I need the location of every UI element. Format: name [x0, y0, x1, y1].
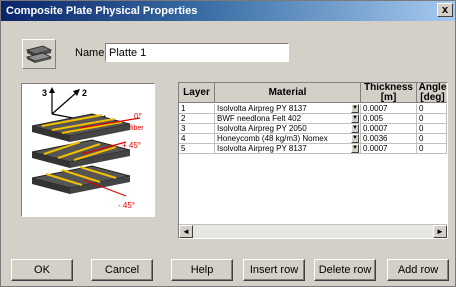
insert-row-button[interactable]: Insert row: [243, 259, 305, 281]
name-label: Name: [75, 47, 105, 59]
layer-table: Layer Material Thickness [m] Angle [deg]…: [178, 82, 448, 239]
cell-layer: 4: [179, 134, 215, 144]
cell-angle[interactable]: 0: [417, 104, 447, 114]
cell-layer: 2: [179, 114, 215, 124]
cell-angle[interactable]: 0: [417, 124, 447, 134]
cell-material[interactable]: Isolvolta Airpreg PY 2050: [215, 124, 361, 134]
cell-layer: 5: [179, 144, 215, 154]
table-row[interactable]: 4 Honeycomb (48 kg/m3) Nomex 0.0036 0 ▼: [179, 134, 447, 144]
plate-icon: [22, 39, 56, 69]
cell-angle[interactable]: 0: [417, 114, 447, 124]
cell-material[interactable]: BWF needlona Felt 402: [215, 114, 361, 124]
cell-material[interactable]: Isolvolta Airpreg PY 8137: [215, 104, 361, 114]
table-row[interactable]: 3 Isolvolta Airpreg PY 2050 0.0007 0 ▼: [179, 124, 447, 134]
column-header-layer: Layer: [179, 83, 215, 103]
material-dropdown-button[interactable]: ▼: [351, 114, 359, 123]
cell-layer: 3: [179, 124, 215, 134]
column-header-thickness: Thickness [m]: [361, 83, 417, 103]
close-button[interactable]: x: [437, 3, 453, 17]
angle-label-minus45: - 45°: [118, 201, 135, 210]
cancel-button[interactable]: Cancel: [91, 259, 153, 281]
dialog-window: Composite Plate Physical Properties x Na…: [0, 0, 456, 287]
scroll-left-button[interactable]: ◄: [179, 225, 193, 238]
angle-header-line2: [deg]: [420, 92, 445, 103]
layup-diagram-svg: 3 2 1 0° fiber + 45°: [31, 87, 144, 210]
table-row[interactable]: 1 Isolvolta Airpreg PY 8137 0.0007 0 ▼: [179, 104, 447, 114]
material-dropdown-button[interactable]: ▼: [351, 104, 359, 113]
name-input[interactable]: [105, 43, 289, 62]
angle-label-0: 0°: [134, 112, 142, 121]
angle-label-plus45: + 45°: [122, 141, 141, 150]
title-bar: Composite Plate Physical Properties x: [1, 1, 455, 21]
cell-thickness[interactable]: 0.0007: [361, 104, 417, 114]
axis-2-line: [51, 91, 78, 115]
table-row[interactable]: 2 BWF needlona Felt 402 0.005 0 ▼: [179, 114, 447, 124]
axis-3-label: 3: [42, 88, 47, 98]
ok-button[interactable]: OK: [11, 259, 73, 281]
cell-angle[interactable]: 0: [417, 134, 447, 144]
scroll-right-button[interactable]: ►: [433, 225, 447, 238]
help-button[interactable]: Help: [171, 259, 233, 281]
column-header-angle: Angle [deg]: [417, 83, 447, 103]
cell-thickness[interactable]: 0.0007: [361, 124, 417, 134]
axis-2-label: 2: [82, 88, 87, 98]
thickness-header-line2: [m]: [380, 92, 397, 103]
cell-thickness[interactable]: 0.0036: [361, 134, 417, 144]
column-header-material: Material: [215, 83, 361, 103]
fiber-label: fiber: [130, 125, 144, 132]
cell-layer: 1: [179, 104, 215, 114]
window-title: Composite Plate Physical Properties: [6, 5, 198, 17]
material-dropdown-button[interactable]: ▼: [351, 124, 359, 133]
axis-3-arrow: [49, 87, 55, 93]
material-dropdown-button[interactable]: ▼: [351, 144, 359, 153]
horizontal-scrollbar[interactable]: ◄ ►: [179, 224, 447, 238]
table-row[interactable]: 5 Isolvolta Airpreg PY 8137 0.0007 0 ▼: [179, 144, 447, 154]
cell-thickness[interactable]: 0.005: [361, 114, 417, 124]
cell-angle[interactable]: 0: [417, 144, 447, 154]
cell-material[interactable]: Honeycomb (48 kg/m3) Nomex: [215, 134, 361, 144]
cell-thickness[interactable]: 0.0007: [361, 144, 417, 154]
layup-diagram: 3 2 1 0° fiber + 45°: [21, 83, 155, 217]
material-dropdown-button[interactable]: ▼: [351, 134, 359, 143]
add-row-button[interactable]: Add row: [387, 259, 449, 281]
delete-row-button[interactable]: Delete row: [314, 259, 376, 281]
cell-material[interactable]: Isolvolta Airpreg PY 8137: [215, 144, 361, 154]
